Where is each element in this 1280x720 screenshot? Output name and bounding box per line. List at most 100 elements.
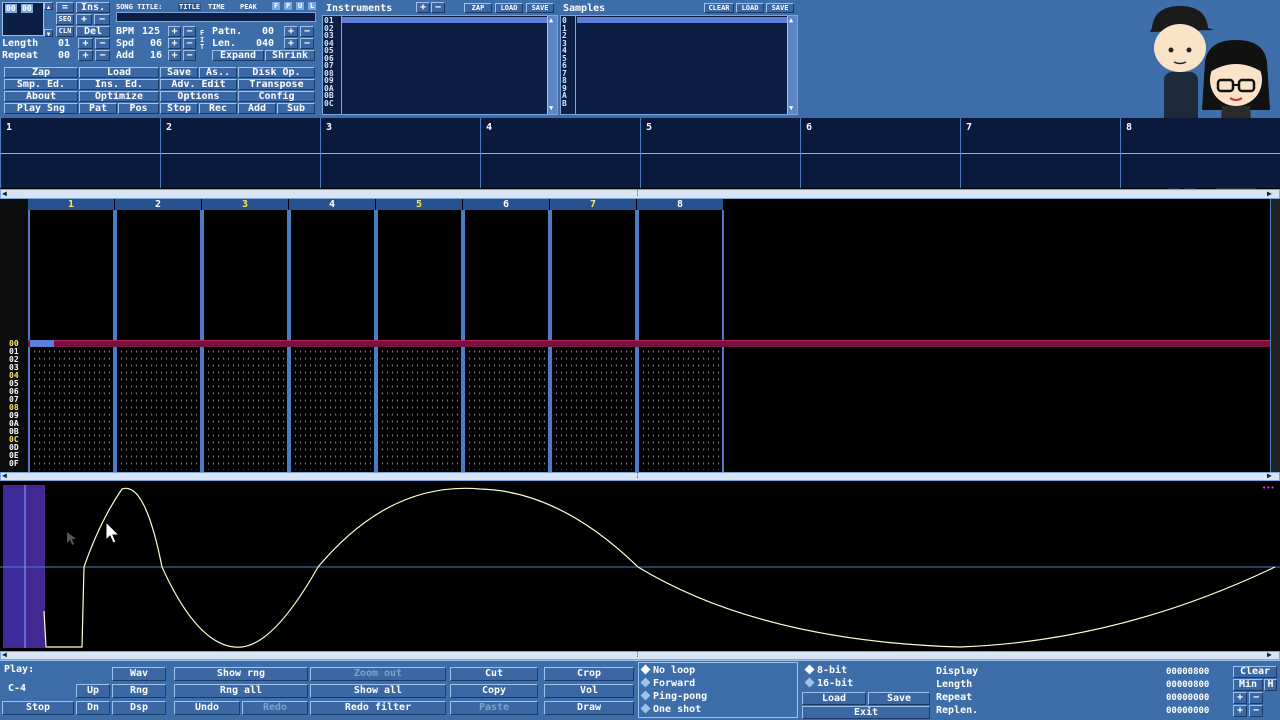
- channel-header[interactable]: 2: [115, 199, 201, 210]
- channel-header[interactable]: 1: [28, 199, 114, 210]
- scope-channel[interactable]: 5: [640, 118, 800, 188]
- scroll-up-icon[interactable]: ▲: [549, 16, 553, 24]
- loop-forward[interactable]: Forward: [640, 677, 695, 689]
- song-title-field[interactable]: [116, 12, 316, 22]
- instrument-editor-button[interactable]: Ins. Ed.: [79, 79, 159, 90]
- len-minus[interactable]: −: [300, 38, 314, 49]
- patn-plus[interactable]: +: [284, 26, 298, 37]
- about-button[interactable]: About: [4, 91, 78, 102]
- pattern-scrollbar[interactable]: ◀ ⁞ ▶: [0, 471, 1280, 481]
- options-button[interactable]: Options: [160, 91, 237, 102]
- seq-minus[interactable]: −: [94, 14, 110, 25]
- sample-number[interactable]: B: [562, 99, 574, 108]
- scope-channel[interactable]: 1: [0, 118, 160, 188]
- optimize-button[interactable]: Optimize: [79, 91, 159, 102]
- sub-pattern-button[interactable]: Sub: [277, 103, 315, 114]
- scope-channel[interactable]: 2: [160, 118, 320, 188]
- up-button[interactable]: Up: [76, 684, 110, 698]
- stop-button[interactable]: Stop: [160, 103, 198, 114]
- spd-minus[interactable]: −: [183, 38, 196, 49]
- flag-u[interactable]: U: [296, 2, 305, 10]
- repeat-plus-button[interactable]: +: [1233, 692, 1247, 704]
- bit-8[interactable]: 8-bit: [804, 664, 847, 676]
- sample-save-button[interactable]: Save: [868, 692, 930, 705]
- flag-l[interactable]: L: [308, 2, 317, 10]
- channel-header[interactable]: 8: [637, 199, 723, 210]
- waveform-display[interactable]: •••: [0, 481, 1280, 651]
- cursor-cell[interactable]: [30, 340, 54, 347]
- radio-icon[interactable]: [640, 703, 651, 714]
- channel-header[interactable]: 4: [289, 199, 375, 210]
- stop-play-button[interactable]: Stop: [2, 701, 74, 715]
- sample-load-button[interactable]: Load: [802, 692, 866, 705]
- seq-scroll-up[interactable]: ▲: [44, 2, 53, 10]
- scope-channel[interactable]: 4: [480, 118, 640, 188]
- sample-editor-button[interactable]: Smp. Ed.: [4, 79, 78, 90]
- play-song-button[interactable]: Play Sng: [4, 103, 78, 114]
- tab-title[interactable]: TITLE: [178, 3, 202, 11]
- scroll-left-icon[interactable]: ◀: [2, 189, 7, 198]
- replen-plus-button[interactable]: +: [1233, 705, 1247, 717]
- length-plus[interactable]: +: [78, 38, 93, 49]
- instruments-save-button[interactable]: SAVE: [526, 3, 554, 13]
- sequence-box[interactable]: 00 00: [2, 2, 44, 36]
- scroll-left-icon[interactable]: ◀: [2, 650, 7, 659]
- draw-button[interactable]: Draw: [544, 701, 634, 715]
- repeat-plus[interactable]: +: [78, 50, 93, 61]
- radio-icon[interactable]: [640, 677, 651, 688]
- scope-channel[interactable]: 6: [800, 118, 960, 188]
- instruments-zap-button[interactable]: ZAP: [464, 3, 492, 13]
- scroll-handle-icon[interactable]: ⁞: [635, 471, 640, 481]
- instruments-scrollbar[interactable]: ▲ ▼: [547, 16, 557, 114]
- ins-button[interactable]: Ins.: [76, 2, 110, 13]
- expand-button[interactable]: Expand: [212, 50, 264, 61]
- seq-scroll-down[interactable]: ▼: [44, 29, 53, 37]
- loop-one-shot[interactable]: One shot: [640, 703, 701, 715]
- record-button[interactable]: Rec: [199, 103, 237, 114]
- radio-icon[interactable]: [804, 677, 815, 688]
- play-pattern-button[interactable]: Pat: [79, 103, 117, 114]
- save-button[interactable]: Save: [160, 67, 198, 78]
- flag-f[interactable]: F: [272, 2, 281, 10]
- loop-no-loop[interactable]: No loop: [640, 664, 695, 676]
- zap-button[interactable]: Zap: [4, 67, 78, 78]
- bpm-plus[interactable]: +: [168, 26, 181, 37]
- scroll-down-icon[interactable]: ▼: [789, 104, 793, 112]
- scope-channel[interactable]: 3: [320, 118, 480, 188]
- samples-clear-button[interactable]: CLEAR: [704, 3, 734, 13]
- add-minus[interactable]: −: [183, 50, 196, 61]
- radio-selected-icon[interactable]: [804, 664, 815, 675]
- disk-op-button[interactable]: Disk Op.: [238, 67, 315, 78]
- scope-channel[interactable]: 8: [1120, 118, 1280, 188]
- shrink-button[interactable]: Shrink: [265, 50, 315, 61]
- redo-filter-button[interactable]: Redo filter: [310, 701, 446, 715]
- dsp-button[interactable]: Dsp: [112, 701, 166, 715]
- pattern-right-bar[interactable]: [1270, 199, 1280, 472]
- scroll-handle-icon[interactable]: ⁞: [635, 650, 640, 660]
- replen-minus-button[interactable]: −: [1249, 705, 1263, 717]
- dn-button[interactable]: Dn: [76, 701, 110, 715]
- len-plus[interactable]: +: [284, 38, 298, 49]
- repeat-minus-button[interactable]: −: [1249, 692, 1263, 704]
- config-button[interactable]: Config: [238, 91, 315, 102]
- save-as-button[interactable]: As..: [199, 67, 237, 78]
- undo-button[interactable]: Undo: [174, 701, 240, 715]
- samples-load-button[interactable]: LOAD: [736, 3, 764, 13]
- scopes-scrollbar[interactable]: ◀ ⁞ ▶: [0, 189, 1280, 199]
- tab-peak[interactable]: PEAK: [240, 3, 257, 11]
- loop-ping-pong[interactable]: Ping-pong: [640, 690, 707, 702]
- cut-button[interactable]: Cut: [450, 667, 538, 681]
- wav-button[interactable]: Wav: [112, 667, 166, 681]
- channel-header[interactable]: 6: [463, 199, 549, 210]
- add-plus[interactable]: +: [168, 50, 181, 61]
- samples-list[interactable]: 0123456789AB ▲ ▼: [560, 15, 798, 115]
- add-pattern-button[interactable]: Add: [238, 103, 276, 114]
- del-button[interactable]: Del: [76, 26, 110, 37]
- seq-menu-button[interactable]: =: [56, 2, 74, 13]
- scroll-left-icon[interactable]: ◀: [2, 471, 7, 480]
- seq-plus[interactable]: +: [76, 14, 92, 25]
- instruments-load-button[interactable]: LOAD: [495, 3, 523, 13]
- scroll-right-icon[interactable]: ▶: [1267, 189, 1272, 198]
- scope-channel[interactable]: 7: [960, 118, 1120, 188]
- show-range-button[interactable]: Show rng: [174, 667, 308, 681]
